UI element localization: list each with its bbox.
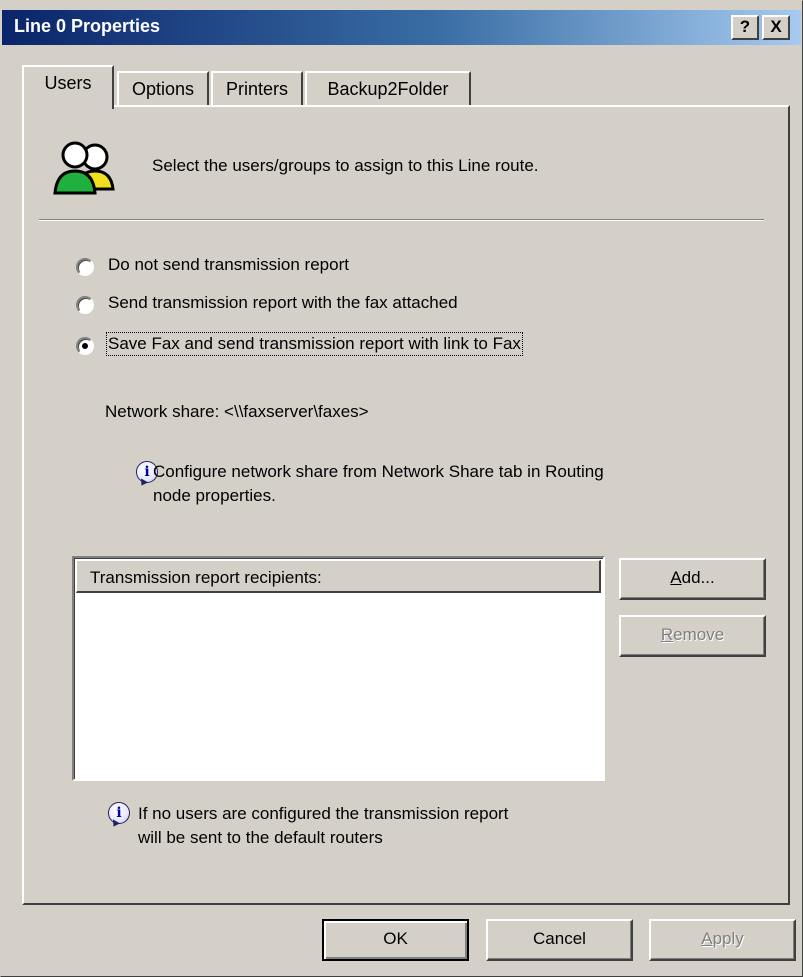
properties-dialog: Line 0 Properties ? X Users Options Prin… xyxy=(0,0,803,977)
radio-save-fax-link-button[interactable] xyxy=(76,337,94,355)
users-group-icon xyxy=(53,141,115,195)
info-icon: i xyxy=(108,802,130,824)
tab-options-label: Options xyxy=(131,79,195,99)
help-button[interactable]: ? xyxy=(731,15,759,40)
radio-no-report-label: Do not send transmission report xyxy=(108,255,349,274)
footer-note-line1: If no users are configured the transmiss… xyxy=(138,804,509,823)
apply-button[interactable]: Apply xyxy=(649,919,796,961)
title-bar[interactable]: Line 0 Properties ? X xyxy=(2,10,801,45)
radio-report-with-fax-button[interactable] xyxy=(76,296,94,314)
radio-no-report-button[interactable] xyxy=(76,258,94,276)
add-button-label: dd... xyxy=(681,568,715,587)
radio-report-with-fax-label: Send transmission report with the fax at… xyxy=(108,293,458,312)
footer-note-line2: will be sent to the default routers xyxy=(138,828,383,847)
tab-printers[interactable]: Printers xyxy=(211,71,303,107)
tab-printers-label: Printers xyxy=(225,79,288,99)
help-icon: ? xyxy=(739,17,751,36)
cancel-button[interactable]: Cancel xyxy=(486,919,633,961)
radio-save-fax-link-label: Save Fax and send transmission report wi… xyxy=(106,332,523,356)
add-button[interactable]: Add... xyxy=(619,558,766,600)
divider xyxy=(39,219,764,221)
ok-button[interactable]: OK xyxy=(322,919,469,961)
tab-backup2folder-label: Backup2Folder xyxy=(327,79,449,99)
header-description: Select the users/groups to assign to thi… xyxy=(152,156,539,175)
recipients-column-header-label: Transmission report recipients: xyxy=(90,568,322,587)
remove-button-mnemonic: R xyxy=(660,625,674,644)
recipients-column-header[interactable]: Transmission report recipients: xyxy=(76,560,601,593)
recipients-list[interactable]: Transmission report recipients: xyxy=(72,556,605,781)
share-note-line2: node properties. xyxy=(153,486,276,505)
tab-backup2folder[interactable]: Backup2Folder xyxy=(305,71,471,107)
network-share-text: Network share: <\\faxserver\faxes> xyxy=(105,402,369,421)
radio-selected-dot xyxy=(82,343,88,349)
share-note-line1: Configure network share from Network Sha… xyxy=(153,462,604,481)
share-note: Configure network share from Network Sha… xyxy=(153,460,604,508)
remove-button[interactable]: Remove xyxy=(619,615,766,657)
tab-users-label: Users xyxy=(44,73,92,93)
remove-button-label: emove xyxy=(673,625,725,644)
close-icon: X xyxy=(770,17,782,36)
close-button[interactable]: X xyxy=(762,15,790,40)
cancel-button-label: Cancel xyxy=(533,929,586,948)
ok-button-label: OK xyxy=(383,929,408,948)
footer-note: If no users are configured the transmiss… xyxy=(138,802,508,850)
tab-options[interactable]: Options xyxy=(117,71,209,107)
apply-button-mnemonic: A xyxy=(701,929,713,948)
apply-button-label: pply xyxy=(712,929,744,948)
add-button-mnemonic: A xyxy=(670,568,682,587)
tab-users[interactable]: Users xyxy=(22,65,114,109)
window-title: Line 0 Properties xyxy=(14,16,161,36)
